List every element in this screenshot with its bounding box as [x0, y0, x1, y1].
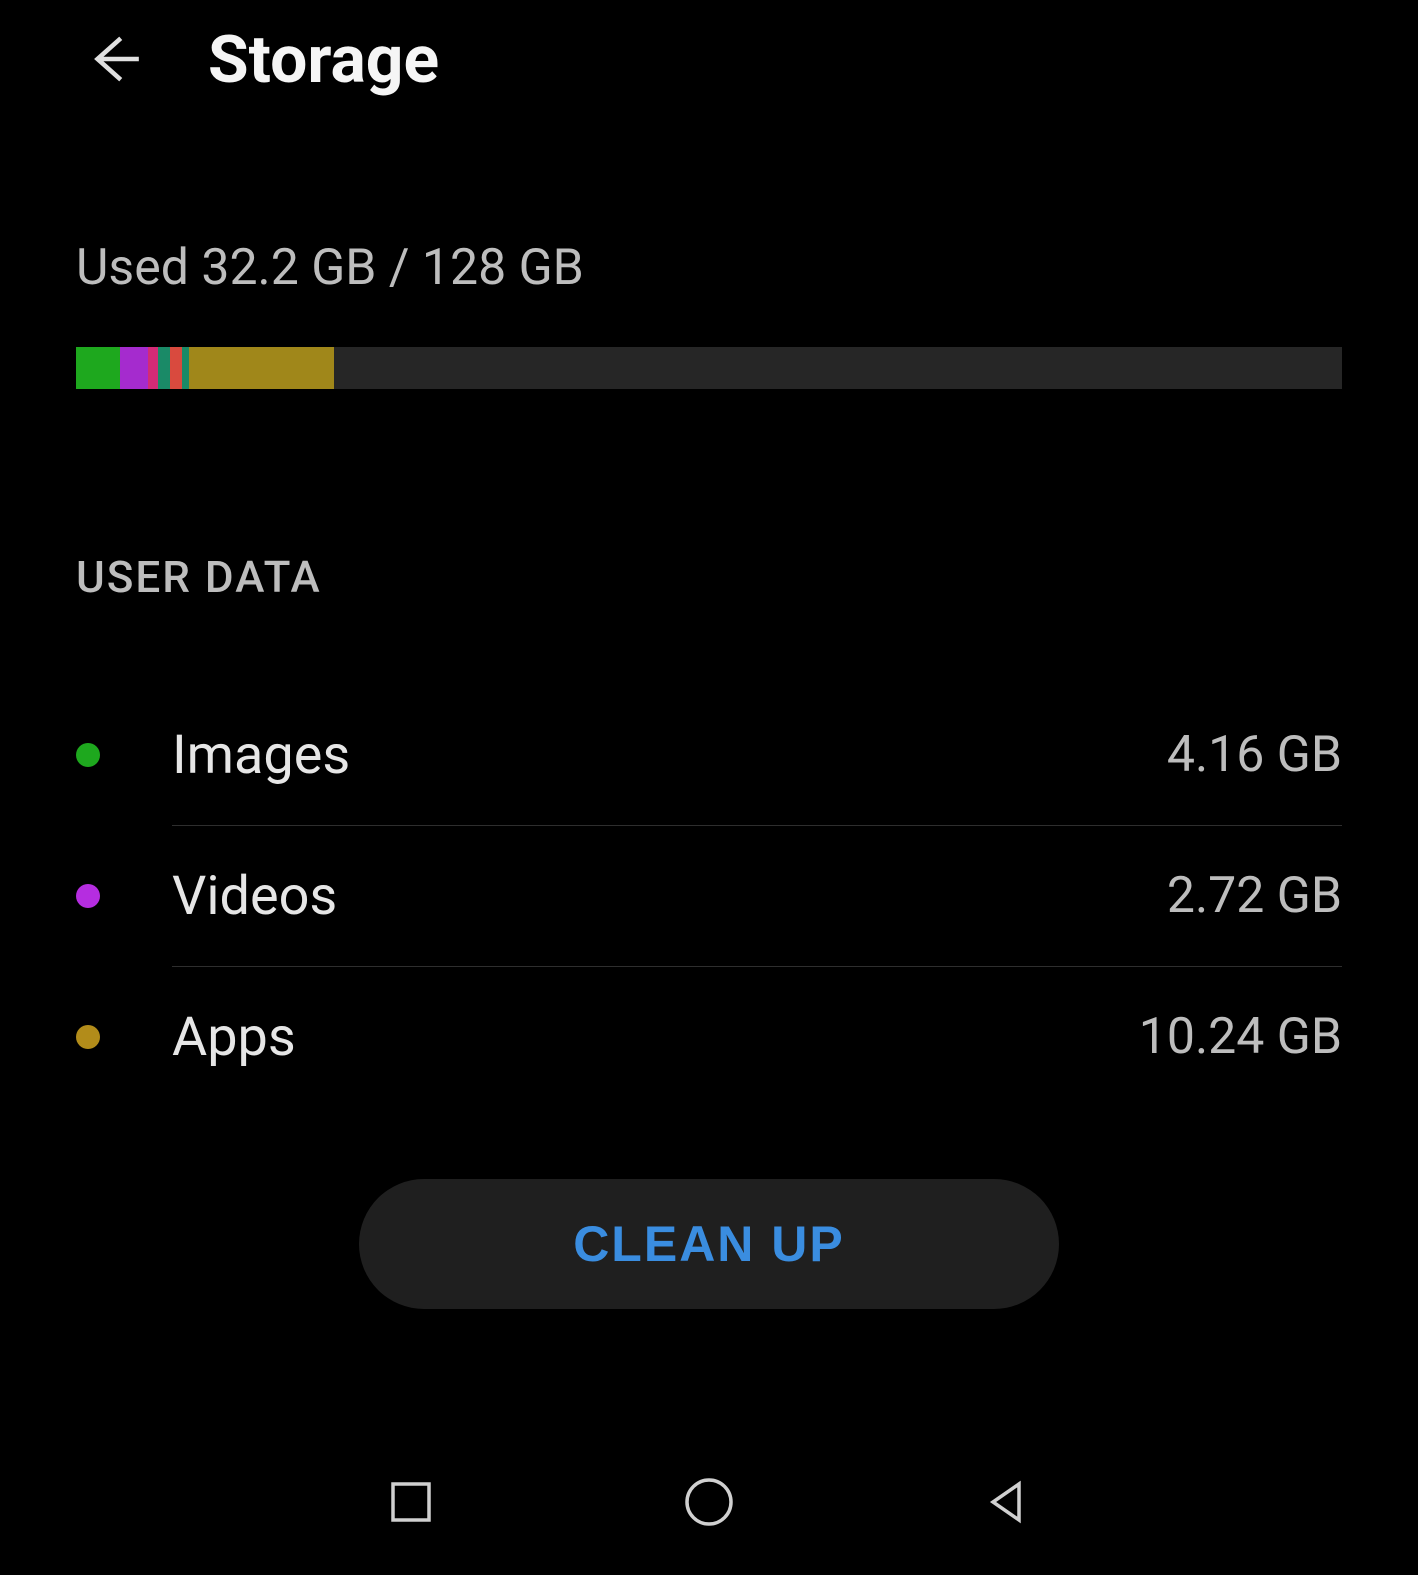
- section-header-user-data: USER DATA: [0, 551, 1418, 603]
- nav-back-button[interactable]: [978, 1475, 1036, 1533]
- back-button[interactable]: [78, 26, 148, 96]
- page-title: Storage: [208, 22, 439, 99]
- category-color-dot: [76, 1025, 100, 1049]
- usage-summary: Used 32.2 GB / 128 GB: [76, 239, 1342, 297]
- usage-segment: [120, 347, 148, 389]
- category-size: 2.72 GB: [1167, 867, 1342, 925]
- circle-icon: [683, 1476, 735, 1532]
- usage-segment: [148, 347, 158, 389]
- category-size: 4.16 GB: [1167, 726, 1342, 784]
- navigation-bar: [0, 1475, 1418, 1533]
- category-size: 10.24 GB: [1139, 1008, 1342, 1066]
- nav-home-button[interactable]: [680, 1475, 738, 1533]
- arrow-left-icon: [82, 28, 144, 94]
- category-color-dot: [76, 743, 100, 767]
- usage-segment: [189, 347, 335, 389]
- category-name: Images: [172, 724, 1167, 787]
- nav-recent-button[interactable]: [382, 1475, 440, 1533]
- category-row[interactable]: Apps10.24 GB: [76, 967, 1342, 1107]
- triangle-left-icon: [983, 1478, 1031, 1530]
- usage-bar: [76, 347, 1342, 389]
- category-name: Apps: [172, 1006, 1139, 1069]
- category-row[interactable]: Images4.16 GB: [76, 685, 1342, 825]
- usage-segment: [170, 347, 183, 389]
- category-name: Videos: [172, 865, 1167, 928]
- cleanup-button[interactable]: CLEAN UP: [359, 1179, 1059, 1309]
- usage-segment: [158, 347, 169, 389]
- category-row[interactable]: Videos2.72 GB: [76, 826, 1342, 966]
- usage-segment: [76, 347, 120, 389]
- square-icon: [389, 1480, 433, 1528]
- category-color-dot: [76, 884, 100, 908]
